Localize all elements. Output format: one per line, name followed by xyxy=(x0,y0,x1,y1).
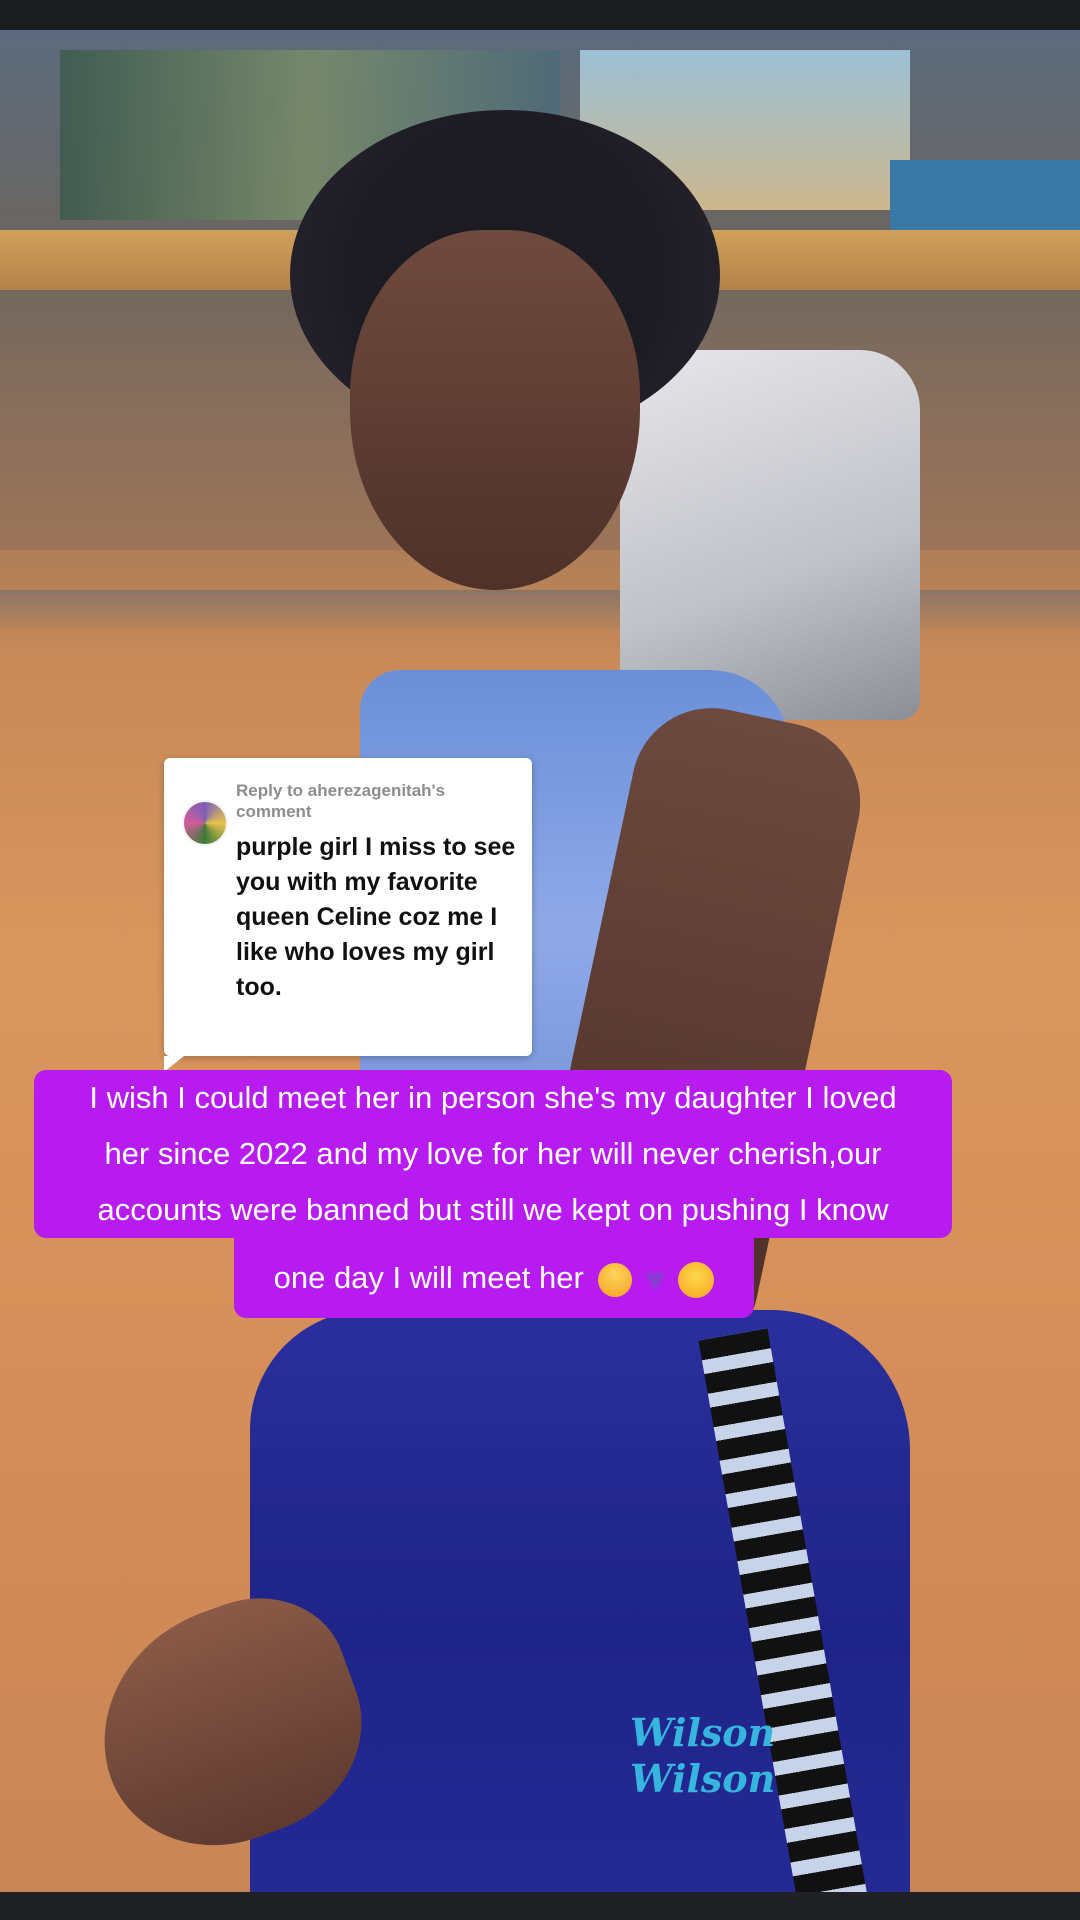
caption-line-3: accounts were banned but still we kept o… xyxy=(34,1182,952,1238)
caption-emojis: ♥ xyxy=(598,1260,715,1299)
top-status-strip xyxy=(0,0,1080,30)
weary-face-icon xyxy=(678,1261,715,1298)
person-face xyxy=(350,230,640,590)
pray-icon xyxy=(598,1262,633,1297)
pants-brand-line-2: Wilson xyxy=(630,1756,776,1801)
pants-brand-line-1: Wilson xyxy=(630,1710,776,1755)
commenter-avatar[interactable] xyxy=(182,800,228,846)
pants-brand-text: Wilson Wilson xyxy=(630,1710,775,1802)
video-frame[interactable]: Wilson Wilson xyxy=(0,30,1080,1920)
purple-heart-icon: ♥ xyxy=(645,1260,666,1299)
reply-header: Reply to aherezagenitah's comment xyxy=(236,781,446,821)
reply-comment-text: purple girl I miss to see you with my fa… xyxy=(236,833,516,1001)
caption-line-1: I wish I could meet her in person she's … xyxy=(34,1070,952,1126)
video-screen[interactable]: Wilson Wilson Reply to aherezagenitah's … xyxy=(0,0,1080,1920)
reply-comment-sticker[interactable]: Reply to aherezagenitah's comment purple… xyxy=(164,758,532,1072)
caption-line-2: her since 2022 and my love for her will … xyxy=(34,1126,952,1182)
caption-line-4-text: one day I will meet her xyxy=(273,1260,584,1295)
parked-car xyxy=(620,350,920,720)
caption-line-4: one day I will meet her ♥ xyxy=(234,1238,754,1318)
bottom-strip xyxy=(0,1892,1080,1920)
